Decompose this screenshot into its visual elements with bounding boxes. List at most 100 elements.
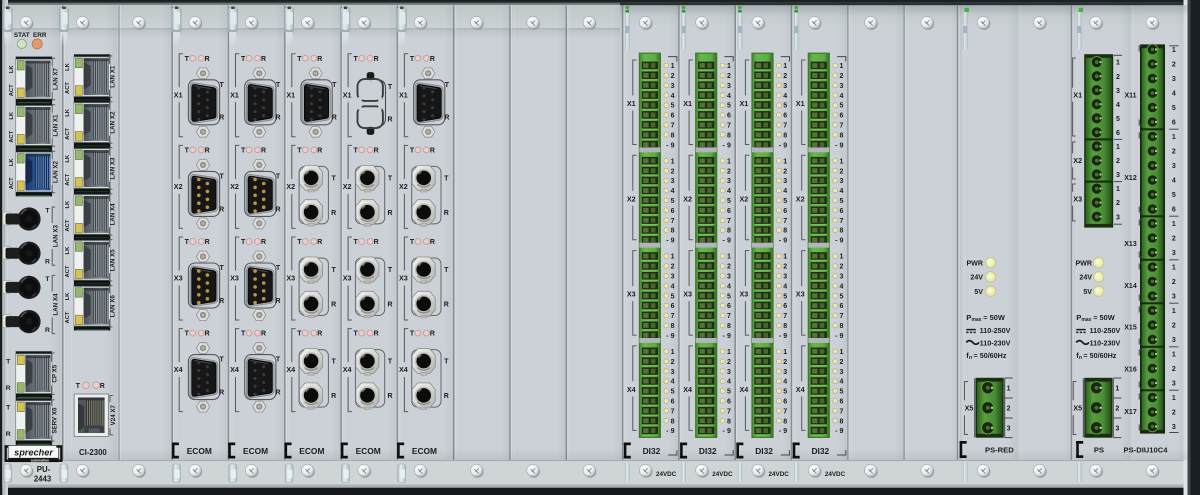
svg-text:PWR: PWR: [966, 259, 983, 267]
svg-text:T: T: [332, 82, 337, 89]
svg-text:2: 2: [840, 264, 844, 271]
svg-text:X2: X2: [627, 194, 636, 203]
svg-text:ACT: ACT: [65, 311, 71, 323]
svg-text:LAN X6: LAN X6: [110, 295, 117, 318]
svg-text:110-250V: 110-250V: [1090, 326, 1121, 335]
svg-text:R: R: [387, 116, 392, 123]
svg-text:max: max: [1081, 317, 1091, 323]
svg-text:9: 9: [840, 333, 844, 340]
svg-text:2: 2: [1172, 236, 1176, 243]
svg-text:1: 1: [727, 254, 731, 261]
svg-text:T: T: [241, 56, 246, 63]
svg-text:9: 9: [840, 238, 844, 245]
svg-text:T: T: [185, 148, 190, 155]
svg-text:X3: X3: [683, 290, 692, 299]
svg-text:PS-RED: PS-RED: [985, 446, 1014, 455]
svg-text:X2: X2: [174, 182, 183, 191]
svg-text:24VDC: 24VDC: [825, 471, 846, 478]
svg-text:6: 6: [840, 113, 844, 120]
svg-text:5: 5: [840, 198, 844, 205]
svg-text:6: 6: [671, 399, 675, 406]
svg-text:2: 2: [783, 168, 787, 175]
svg-text:7: 7: [783, 218, 787, 225]
svg-text:LAN X2: LAN X2: [52, 160, 59, 183]
svg-text:1: 1: [1172, 395, 1176, 402]
svg-text:T: T: [185, 239, 190, 246]
svg-text:5: 5: [727, 293, 731, 300]
svg-text:R: R: [205, 56, 210, 63]
svg-text:T: T: [388, 176, 393, 183]
svg-text:1: 1: [727, 158, 731, 165]
svg-text:LK: LK: [9, 111, 15, 120]
svg-text:1: 1: [727, 349, 731, 356]
svg-text:2: 2: [1115, 405, 1119, 412]
svg-text:2: 2: [1172, 366, 1176, 373]
svg-text:T: T: [276, 265, 281, 272]
svg-text:5: 5: [1116, 116, 1120, 123]
svg-text:2: 2: [671, 264, 675, 271]
svg-text:9: 9: [727, 333, 731, 340]
svg-text:5: 5: [840, 293, 844, 300]
svg-text:2: 2: [727, 168, 731, 175]
svg-text:T: T: [410, 148, 415, 155]
svg-text:2: 2: [1116, 74, 1120, 81]
svg-text:3: 3: [671, 178, 675, 185]
svg-text:T: T: [410, 56, 415, 63]
svg-text:LAN X1: LAN X1: [52, 114, 59, 137]
svg-text:7: 7: [727, 218, 731, 225]
svg-text:6: 6: [671, 113, 675, 120]
svg-text:X3: X3: [286, 274, 295, 283]
svg-text:6: 6: [1116, 130, 1120, 137]
svg-text:6: 6: [671, 208, 675, 215]
svg-text:8: 8: [783, 323, 787, 330]
svg-text:9: 9: [671, 238, 675, 245]
svg-text:8: 8: [783, 132, 787, 139]
svg-text:T: T: [388, 84, 393, 91]
svg-text:2: 2: [1172, 410, 1176, 417]
svg-text:T: T: [276, 174, 281, 181]
svg-text:R: R: [374, 148, 379, 155]
svg-text:6: 6: [840, 399, 844, 406]
svg-text:R: R: [45, 259, 50, 266]
svg-text:6: 6: [1172, 207, 1176, 214]
svg-text:X3: X3: [343, 274, 352, 283]
svg-text:DI32: DI32: [755, 446, 773, 456]
svg-text:T: T: [241, 148, 246, 155]
svg-text:5: 5: [671, 198, 675, 205]
svg-text:X2: X2: [399, 182, 408, 191]
svg-text:X1: X1: [740, 99, 749, 108]
svg-text:X13: X13: [1124, 241, 1137, 248]
svg-text:5: 5: [671, 293, 675, 300]
svg-text:= 50/60Hz: = 50/60Hz: [1083, 351, 1116, 360]
svg-text:R: R: [374, 56, 379, 63]
svg-text:2: 2: [783, 73, 787, 80]
svg-text:5: 5: [727, 389, 731, 396]
svg-text:1: 1: [1172, 265, 1176, 272]
svg-text:5: 5: [671, 389, 675, 396]
svg-text:1: 1: [727, 63, 731, 70]
svg-text:max: max: [972, 317, 982, 323]
svg-text:1: 1: [671, 63, 675, 70]
svg-text:X4: X4: [740, 385, 749, 394]
svg-text:3: 3: [727, 274, 731, 281]
svg-text:DI32: DI32: [643, 446, 661, 456]
svg-text:4: 4: [671, 379, 675, 386]
svg-text:6: 6: [727, 303, 731, 310]
svg-text:X3: X3: [399, 274, 408, 283]
svg-text:T: T: [185, 56, 190, 63]
svg-text:6: 6: [727, 208, 731, 215]
svg-text:5: 5: [783, 389, 787, 396]
svg-text:6: 6: [1172, 120, 1176, 127]
svg-text:R: R: [374, 331, 379, 338]
svg-text:8: 8: [840, 418, 844, 425]
svg-text:3: 3: [1172, 381, 1176, 388]
svg-text:4: 4: [727, 188, 731, 195]
svg-text:5: 5: [783, 293, 787, 300]
svg-text:8: 8: [727, 418, 731, 425]
svg-text:6: 6: [783, 208, 787, 215]
svg-text:X1: X1: [627, 99, 636, 108]
svg-text:ACT: ACT: [65, 82, 71, 94]
svg-text:X1: X1: [286, 90, 295, 99]
svg-text:T: T: [410, 331, 415, 338]
svg-text:4: 4: [727, 379, 731, 386]
